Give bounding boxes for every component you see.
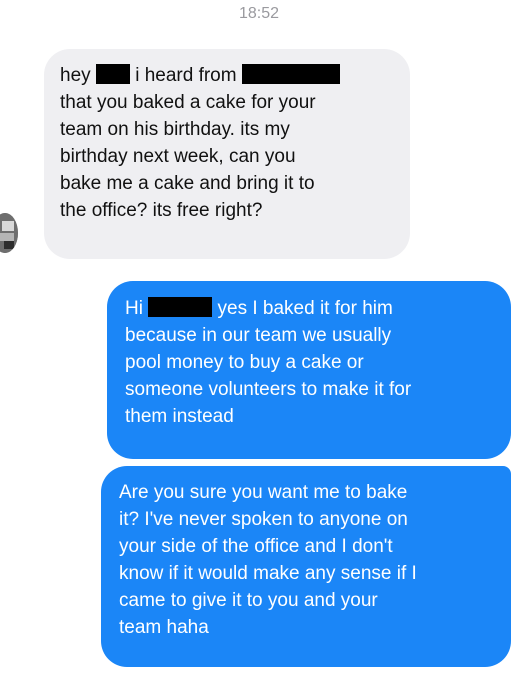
message-text: hey	[60, 65, 91, 86]
message-text: Hi	[125, 298, 143, 319]
outgoing-message-bubble[interactable]: Hi yes I baked it for him because in our…	[107, 281, 511, 459]
contact-avatar[interactable]	[0, 213, 18, 253]
message-line: it? I've never spoken to anyone on	[119, 509, 408, 530]
message-line: bake me a cake and bring it to	[60, 173, 315, 194]
message-line: know if it would make any sense if I	[119, 563, 417, 584]
message-timestamp: 18:52	[238, 5, 280, 22]
message-line: that you baked a cake for your	[60, 92, 316, 113]
message-line: came to give it to you and your	[119, 590, 378, 611]
message-line: birthday next week, can you	[60, 146, 296, 167]
message-text: yes I baked it for him	[217, 298, 393, 319]
message-line: because in our team we usually	[125, 325, 392, 346]
message-text: i heard from	[135, 65, 237, 86]
redacted-name-block	[241, 64, 340, 84]
redacted-name-block	[95, 64, 130, 84]
message-line: them instead	[125, 406, 234, 427]
message-line: the office? its free right?	[60, 200, 263, 221]
message-line: pool money to buy a cake or	[125, 352, 364, 373]
message-line: Hi yes I baked it for him	[125, 295, 493, 322]
redacted-name-block	[148, 297, 213, 317]
outgoing-message-bubble[interactable]: Are you sure you want me to bake it? I'v…	[101, 466, 511, 667]
message-line: Are you sure you want me to bake	[119, 482, 408, 503]
message-line: team haha	[119, 617, 209, 638]
message-line: your side of the office and I don't	[119, 536, 393, 557]
avatar-icon	[0, 213, 18, 253]
message-line: hey i heard from	[60, 62, 394, 89]
incoming-message-bubble[interactable]: hey i heard from that you baked a cake f…	[44, 49, 410, 259]
message-line: someone volunteers to make it for	[125, 379, 412, 400]
message-line: team on his birthday. its my	[60, 119, 290, 140]
